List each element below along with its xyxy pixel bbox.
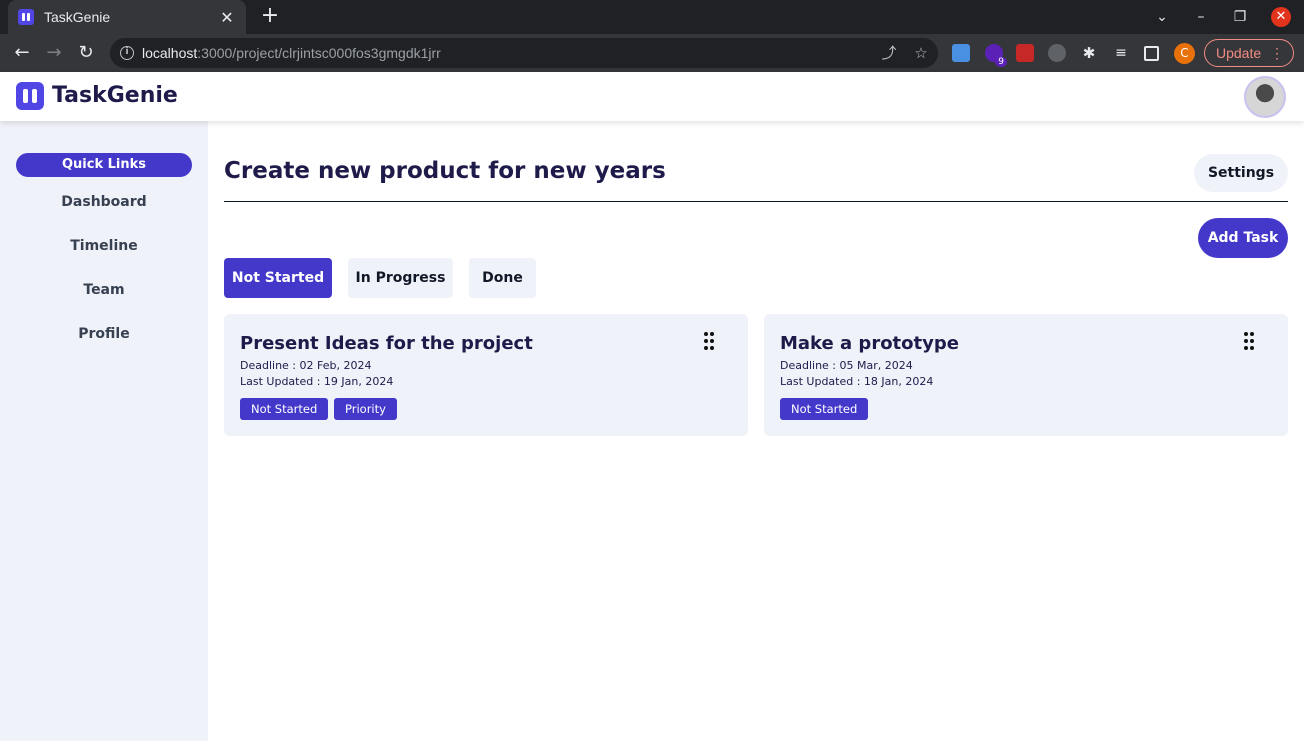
task-title: Make a prototype xyxy=(780,333,959,354)
extension-window-icon[interactable] xyxy=(952,44,970,62)
extension-red-icon[interactable] xyxy=(1016,44,1034,62)
sidebar-item-dashboard[interactable]: Dashboard xyxy=(0,194,208,210)
media-queue-icon[interactable]: ≡ xyxy=(1112,44,1130,62)
forward-icon[interactable]: → xyxy=(42,41,66,65)
task-deadline: Deadline : 05 Mar, 2024 xyxy=(780,359,913,372)
back-icon[interactable]: ← xyxy=(10,41,34,65)
reload-icon[interactable]: ↻ xyxy=(74,41,98,65)
task-deadline: Deadline : 02 Feb, 2024 xyxy=(240,359,372,372)
taskgenie-favicon-icon xyxy=(18,9,34,25)
title-divider xyxy=(224,201,1288,202)
drag-handle-icon[interactable] xyxy=(1244,332,1256,352)
task-card[interactable]: Present Ideas for the project Deadline :… xyxy=(224,314,748,436)
share-icon[interactable]: ⤴ xyxy=(880,44,898,62)
more-menu-icon[interactable]: ⋮ xyxy=(1270,40,1284,66)
update-label: Update xyxy=(1216,45,1262,61)
address-bar[interactable]: i localhost:3000/project/clrjintsc000fos… xyxy=(110,38,938,68)
sidebar-item-timeline[interactable]: Timeline xyxy=(0,238,208,254)
browser-tabbar: TaskGenie ✕ + ⌄ – ❐ ✕ xyxy=(0,0,1304,34)
browser-tab[interactable]: TaskGenie ✕ xyxy=(8,0,246,34)
url-text: localhost:3000/project/clrjintsc000fos3g… xyxy=(142,45,441,61)
tab-search-chevron-icon[interactable]: ⌄ xyxy=(1152,7,1172,27)
tab-not-started[interactable]: Not Started xyxy=(224,258,332,298)
app-name[interactable]: TaskGenie xyxy=(52,83,178,108)
page-title: Create new product for new years xyxy=(224,158,666,184)
status-badge: Not Started xyxy=(240,398,329,420)
extension-badge: 9 xyxy=(995,57,1007,67)
new-tab-icon[interactable]: + xyxy=(258,5,282,29)
site-info-icon[interactable]: i xyxy=(120,46,134,60)
sidebar-item-profile[interactable]: Profile xyxy=(0,326,208,342)
minimize-icon[interactable]: – xyxy=(1191,7,1211,27)
app-header: TaskGenie xyxy=(0,72,1304,121)
extensions-puzzle-icon[interactable]: ✱ xyxy=(1080,44,1098,62)
bookmark-star-icon[interactable]: ☆ xyxy=(912,44,930,62)
browser-toolbar: ← → ↻ i localhost:3000/project/clrjintsc… xyxy=(0,34,1304,72)
main-content: Create new product for new years Setting… xyxy=(208,121,1304,741)
drag-handle-icon[interactable] xyxy=(704,332,716,352)
user-avatar[interactable] xyxy=(1244,76,1286,118)
task-last-updated: Last Updated : 18 Jan, 2024 xyxy=(780,375,934,388)
tab-done[interactable]: Done xyxy=(469,258,536,298)
extension-purple-icon[interactable]: 9 xyxy=(985,44,1007,67)
quick-links-label: Quick Links xyxy=(16,153,192,177)
settings-button[interactable]: Settings xyxy=(1194,154,1288,192)
status-badge: Not Started xyxy=(780,398,869,420)
task-card[interactable]: Make a prototype Deadline : 05 Mar, 2024… xyxy=(764,314,1288,436)
task-title: Present Ideas for the project xyxy=(240,333,533,354)
browser-profile-avatar[interactable]: C xyxy=(1174,43,1195,64)
sidebar-item-team[interactable]: Team xyxy=(0,282,208,298)
extension-s-icon[interactable] xyxy=(1048,44,1066,62)
add-task-button[interactable]: Add Task xyxy=(1198,218,1288,258)
side-panel-icon[interactable] xyxy=(1144,46,1159,61)
tab-in-progress[interactable]: In Progress xyxy=(348,258,453,298)
taskgenie-logo-icon[interactable] xyxy=(16,82,44,110)
restore-icon[interactable]: ❐ xyxy=(1230,7,1250,27)
sidebar: Quick Links Dashboard Timeline Team Prof… xyxy=(0,121,208,741)
task-last-updated: Last Updated : 19 Jan, 2024 xyxy=(240,375,394,388)
window-close-icon[interactable]: ✕ xyxy=(1271,7,1291,27)
tab-title: TaskGenie xyxy=(44,9,111,25)
tab-close-icon[interactable]: ✕ xyxy=(218,8,236,27)
update-button[interactable]: Update ⋮ xyxy=(1204,39,1294,67)
priority-badge: Priority xyxy=(334,398,397,420)
